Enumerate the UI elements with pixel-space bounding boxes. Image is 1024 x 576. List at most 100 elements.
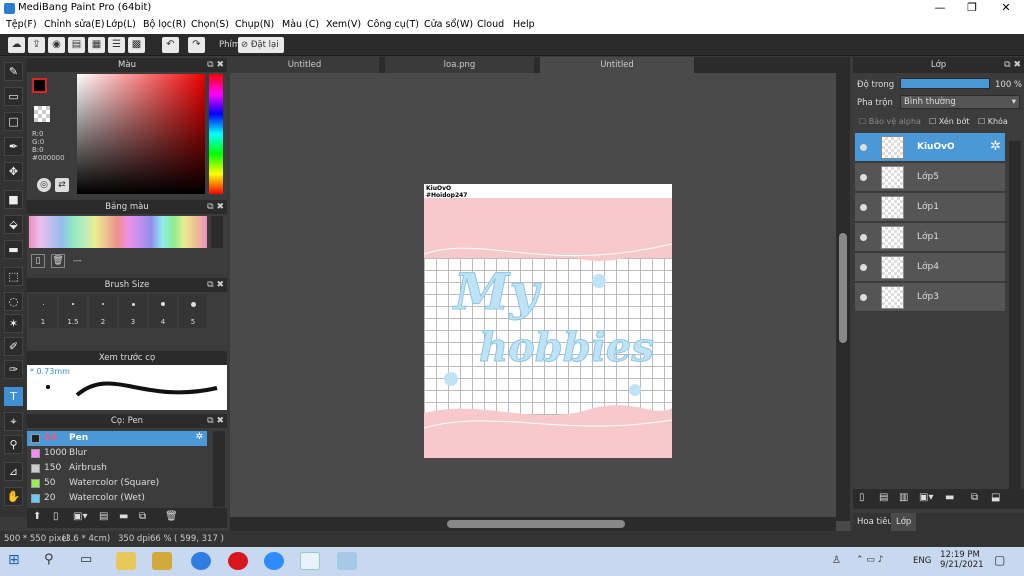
edit-brush-icon[interactable]: ▤ <box>99 511 108 522</box>
menu-color[interactable]: Màu (C) <box>282 19 319 30</box>
gear-icon[interactable]: ✲ <box>195 432 203 442</box>
minimize-button[interactable]: — <box>924 0 956 17</box>
fill-rect-icon[interactable]: ■ <box>4 190 23 209</box>
new-brush-icon[interactable]: ▯ <box>53 511 59 522</box>
zalo-icon[interactable] <box>191 552 211 570</box>
layer-item[interactable]: Lớp1 <box>855 223 1005 252</box>
clock[interactable]: 12:19 PM 9/21/2021 <box>940 550 984 570</box>
panel-buttons[interactable]: ⧉ ✖ <box>1004 57 1021 73</box>
rectangle-tool-icon[interactable]: □ <box>4 112 23 131</box>
menu-tools[interactable]: Công cụ(T) <box>367 19 419 30</box>
search-icon[interactable]: ⚲ <box>44 552 64 570</box>
palette-icon[interactable]: ◎ <box>37 178 51 192</box>
cloud-icon[interactable]: ☁ <box>8 37 25 53</box>
people-icon[interactable]: ♙ <box>832 555 841 566</box>
lasso-tool-icon[interactable]: ◌ <box>4 292 23 311</box>
panel-buttons[interactable]: ⧉ ✖ <box>207 278 224 292</box>
saturation-picker[interactable] <box>77 74 205 194</box>
visibility-icon[interactable] <box>860 204 867 211</box>
tray-icons[interactable]: ⌃ ▭ ♪ <box>856 555 884 565</box>
eraser-tool-icon[interactable]: ▭ <box>4 87 23 106</box>
layer-item[interactable]: Lớp1 <box>855 193 1005 222</box>
layer-item[interactable]: Lớp5 <box>855 163 1005 192</box>
alpha-protect-checkbox[interactable]: ☐ Bảo vệ alpha <box>859 117 921 126</box>
windows-start-icon[interactable]: ⊞ <box>8 552 28 570</box>
menu-capture[interactable]: Chụp(N) <box>235 19 274 30</box>
color-swatch-grid[interactable] <box>29 216 207 248</box>
language-indicator[interactable]: ENG <box>913 556 931 566</box>
opacity-slider[interactable] <box>900 78 990 89</box>
chrome-icon[interactable] <box>300 552 320 570</box>
brush-list-scrollbar[interactable] <box>213 431 225 507</box>
brush-item[interactable]: 1000 Blur <box>27 446 207 461</box>
brush-size-cell[interactable]: 2 <box>89 294 117 328</box>
blend-mode-select[interactable]: Bình thường ▾ <box>900 95 1020 109</box>
menu-edit[interactable]: Chỉnh sửa(E) <box>44 19 105 30</box>
maximize-button[interactable]: ❐ <box>956 0 988 17</box>
visibility-icon[interactable] <box>860 144 867 151</box>
horizontal-scroll-thumb[interactable] <box>447 520 625 528</box>
add-brush-icon[interactable]: ⬆ <box>33 511 41 522</box>
vertical-scrollbar[interactable] <box>836 73 850 521</box>
vertical-scroll-thumb[interactable] <box>839 233 847 343</box>
file-explorer-icon[interactable] <box>116 552 136 570</box>
panel-buttons[interactable]: ⧉ ✖ <box>207 58 224 72</box>
palette-scrollbar[interactable] <box>211 216 223 248</box>
merge-layer-icon[interactable]: ⬓ <box>991 492 1000 503</box>
tab-untitled-2[interactable]: Untitled <box>540 57 695 73</box>
duplicate-layer-icon[interactable]: ⧉ <box>971 492 978 503</box>
copy-brush-icon[interactable]: ⧉ <box>139 511 146 522</box>
brush-size-cell[interactable]: 5 <box>179 294 207 328</box>
tab-untitled-1[interactable]: Untitled <box>230 57 380 73</box>
folder-icon[interactable] <box>152 552 172 570</box>
folder-icon[interactable]: ▬ <box>119 511 128 522</box>
comment-icon[interactable]: ▤ <box>68 37 85 53</box>
layer-item[interactable]: Lớp3 <box>855 283 1005 312</box>
notification-icon[interactable]: ▢ <box>994 553 1005 567</box>
gear-icon[interactable]: ✲ <box>990 139 1001 154</box>
pen-tool-icon[interactable]: ✒ <box>4 137 23 156</box>
task-view-icon[interactable]: ▭ <box>80 552 100 570</box>
visibility-icon[interactable] <box>860 174 867 181</box>
hand-tool-icon[interactable]: ✋ <box>4 487 23 506</box>
brush-item[interactable]: 20 Watercolor (Wet) <box>27 491 207 506</box>
close-button[interactable]: ✕ <box>990 0 1022 17</box>
menu-select[interactable]: Chọn(S) <box>191 19 229 30</box>
medibang-icon[interactable] <box>337 552 357 570</box>
visibility-icon[interactable] <box>860 294 867 301</box>
magic-wand-icon[interactable]: ✶ <box>4 314 23 333</box>
layer-item[interactable]: Lớp4 <box>855 253 1005 282</box>
dropper-tool-icon[interactable]: ⚲ <box>4 435 23 454</box>
layer-item[interactable]: KiuOvO ✲ <box>855 133 1005 162</box>
select-pen-icon[interactable]: ✐ <box>4 337 23 356</box>
panel-buttons[interactable]: ⧉ ✖ <box>207 414 224 428</box>
menu-cloud[interactable]: Cloud <box>477 19 504 30</box>
document-icon[interactable]: ▦ <box>88 37 105 53</box>
tab-layers[interactable]: Lớp <box>891 513 917 531</box>
reset-button[interactable]: ⊘ Đặt lại <box>238 37 284 53</box>
brush-tool-icon[interactable]: ✎ <box>4 62 23 81</box>
bucket-tool-icon[interactable]: ⬙ <box>4 215 23 234</box>
visibility-icon[interactable] <box>860 234 867 241</box>
undo-icon[interactable]: ↶ <box>162 37 179 53</box>
select-eraser-icon[interactable]: ✑ <box>4 360 23 379</box>
menu-layer[interactable]: Lớp(L) <box>106 19 136 30</box>
menu-file[interactable]: Tệp(F) <box>6 19 37 30</box>
move-tool-icon[interactable]: ✥ <box>4 162 23 181</box>
brush-size-cell[interactable]: 1 <box>29 294 57 328</box>
menu-filter[interactable]: Bộ lọc(R) <box>143 19 186 30</box>
opera-icon[interactable] <box>228 552 248 570</box>
brush-item[interactable]: 50 Watercolor (Square) <box>27 476 207 491</box>
operation-tool-icon[interactable]: ⌖ <box>4 412 23 431</box>
eyedropper-icon[interactable]: ⊿ <box>4 462 23 481</box>
brush-menu-icon[interactable]: ▣▾ <box>73 511 87 522</box>
grid-icon[interactable]: ▩ <box>128 37 145 53</box>
brush-size-cell[interactable]: 1.5 <box>59 294 87 328</box>
trash-icon[interactable]: 🗑 <box>51 254 65 268</box>
brush-item[interactable]: 150 Airbrush <box>27 461 207 476</box>
delete-brush-icon[interactable]: 🗑 <box>165 511 178 522</box>
select-rect-icon[interactable]: ⬚ <box>4 267 23 286</box>
clip-checkbox[interactable]: ☐ Xén bớt <box>929 117 969 126</box>
panel-buttons[interactable]: ⧉ ✖ <box>207 200 224 214</box>
new-palette-icon[interactable]: ▯ <box>31 254 45 268</box>
